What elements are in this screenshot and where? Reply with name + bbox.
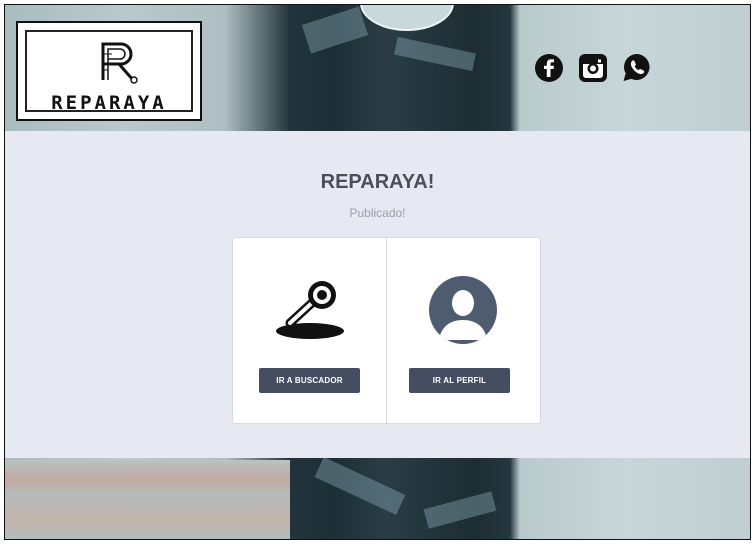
main-panel: REPARAYA! Publicado! IR A BUSCADOR IR AL… [5, 131, 750, 458]
site-logo[interactable]: REPARAYA [16, 21, 202, 121]
whatsapp-icon[interactable] [621, 52, 653, 84]
background-streak [423, 491, 497, 529]
go-to-profile-button[interactable]: IR AL PERFIL [409, 368, 510, 393]
logo-r-mark-icon [101, 42, 138, 84]
social-links [533, 52, 653, 88]
magnifier-icon [233, 270, 386, 350]
logo-text: REPARAYA [51, 92, 167, 114]
action-cards: IR A BUSCADOR IR AL PERFIL [232, 237, 541, 424]
go-to-search-button[interactable]: IR A BUSCADOR [259, 368, 360, 393]
background-streak [314, 457, 406, 515]
instagram-icon[interactable] [577, 52, 609, 84]
profile-card: IR AL PERFIL [386, 238, 539, 423]
background-sticker [360, 5, 454, 31]
background-brick-wall [5, 460, 290, 539]
page-title: REPARAYA! [320, 171, 435, 193]
facebook-icon[interactable] [533, 52, 565, 84]
user-avatar-icon [387, 270, 539, 350]
background-streak [394, 36, 476, 72]
page-subtitle: Publicado! [349, 206, 406, 220]
logo-frame: REPARAYA [25, 30, 193, 114]
page-frame: REPARAYA REPARAYA! Publicado! IR A BUSCA… [4, 4, 751, 540]
search-card: IR A BUSCADOR [233, 238, 386, 423]
background-streak [301, 6, 369, 54]
